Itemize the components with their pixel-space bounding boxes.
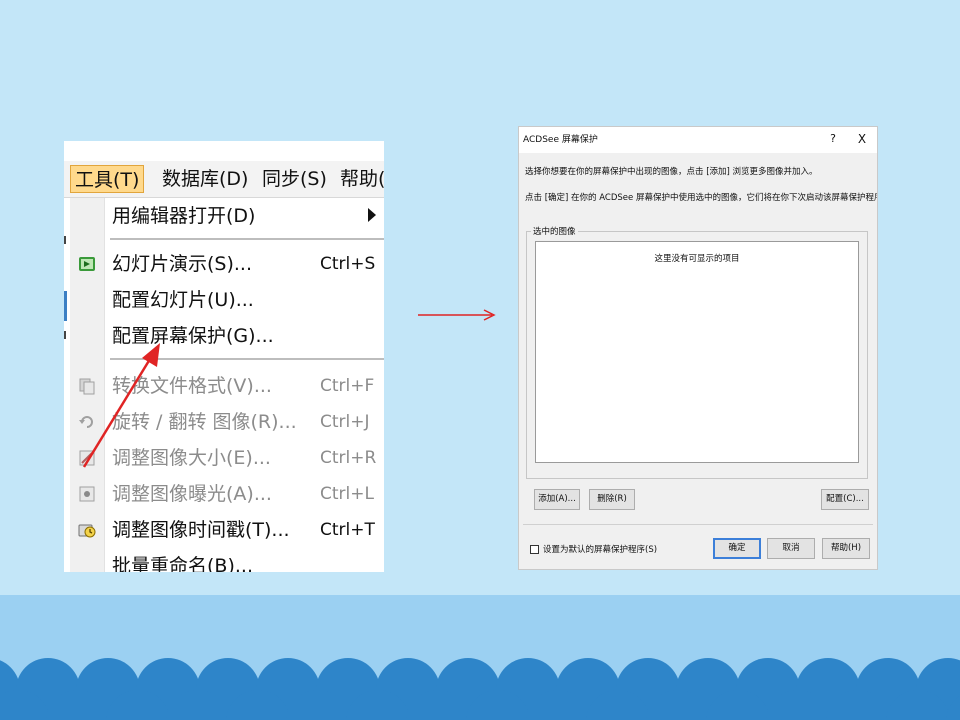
add-button[interactable]: 添加(A)... — [534, 489, 580, 510]
dialog-divider — [523, 524, 873, 525]
instruction-line-2: 点击 [确定] 在你的 ACDSee 屏幕保护中使用选中的图像，它们将在你下次启… — [525, 193, 878, 203]
configure-button[interactable]: 配置(C)... — [821, 489, 869, 510]
selected-images-list[interactable]: 这里没有可显示的项目 — [535, 241, 859, 463]
screensaver-dialog: ACDSee 屏幕保护 ? X 选择你想要在你的屏幕保护中出现的图像，点击 [添… — [518, 126, 878, 570]
menu-screenshot: 工具(T) 数据库(D) 同步(S) 帮助( 用编辑器打开(D) 幻灯片演示(S… — [64, 141, 384, 572]
empty-list-message: 这里没有可显示的项目 — [654, 254, 740, 264]
default-screensaver-label: 设置为默认的屏幕保护程序(S) — [543, 545, 658, 555]
connector-arrow-icon — [418, 309, 496, 321]
close-icon[interactable]: X — [853, 130, 871, 148]
instruction-line-1: 选择你想要在你的屏幕保护中出现的图像，点击 [添加] 浏览更多图像并加入。 — [525, 167, 818, 177]
ok-button[interactable]: 确定 — [713, 538, 761, 559]
slide: 工具(T) 数据库(D) 同步(S) 帮助( 用编辑器打开(D) 幻灯片演示(S… — [0, 0, 960, 720]
dialog-help-button[interactable]: 帮助(H) — [822, 538, 870, 559]
dialog-title: ACDSee 屏幕保护 — [523, 135, 598, 145]
cancel-button[interactable]: 取消 — [767, 538, 815, 559]
help-icon[interactable]: ? — [825, 130, 841, 148]
dialog-titlebar: ACDSee 屏幕保护 ? X — [519, 127, 877, 153]
group-label: 选中的图像 — [531, 225, 578, 237]
delete-button[interactable]: 删除(R) — [589, 489, 635, 510]
pointer-arrow-icon — [82, 343, 160, 468]
default-screensaver-checkbox[interactable] — [530, 545, 539, 554]
